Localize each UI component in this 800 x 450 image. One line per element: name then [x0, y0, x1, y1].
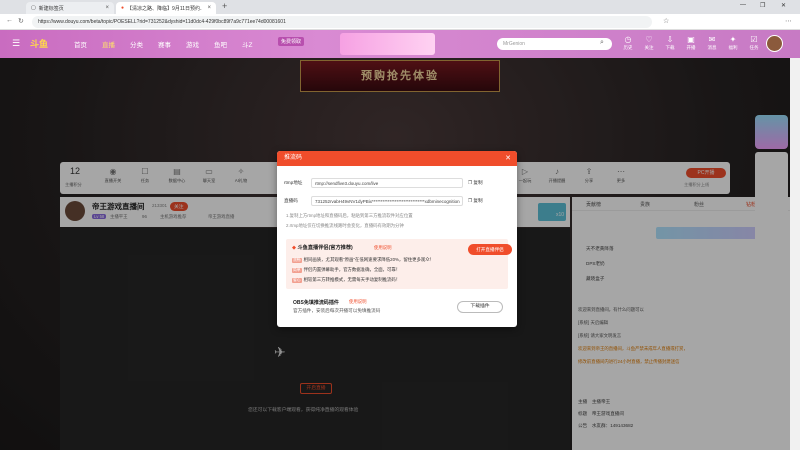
obs-desc: 官方插件，安装后每次开播可以免填推流码 [293, 308, 381, 313]
url-field[interactable]: https://www.douyu.com/beta/topic/POESELL… [32, 16, 652, 28]
history-button[interactable]: ◷ 历史 [618, 35, 638, 51]
follow-button[interactable]: ♡ 关注 [639, 35, 659, 51]
promo-line: 省心 相较第三方转推模式，无需每天手动复制推流码！ [292, 277, 400, 283]
open-companion-button[interactable]: 打开直播伴侣 [468, 244, 512, 255]
promo-line: 流畅 相同画质，尤其观看"原画"在低网速要求降低20%，留住更多观众！ [292, 257, 434, 263]
close-icon[interactable]: × [105, 5, 109, 11]
tab-label: 【清凉之路、降临】9月11日预约... [127, 5, 203, 12]
task-icon: ☑ [750, 35, 758, 44]
start-live-button[interactable]: ▣ 开播 [681, 35, 701, 51]
download-icon: ⇩ [666, 35, 674, 44]
tab-label: 新建标签页 [38, 5, 64, 12]
hamburger-icon[interactable]: ☰ [12, 38, 20, 49]
copy-icon: ❐ [468, 180, 473, 185]
copy-icon: ❐ [468, 198, 473, 203]
avatar[interactable] [766, 35, 783, 52]
tab-favicon-icon: ▢ [31, 5, 36, 11]
nav-live[interactable]: 直播 [102, 39, 115, 49]
new-tab-button[interactable]: + [222, 1, 227, 11]
note-line: 2.rtmp地址仅在切换推流线路时会变化，直播码有效期为分钟 [286, 223, 404, 228]
promo-badge[interactable]: 免费领取 [278, 37, 305, 46]
download-button[interactable]: ⇩ 下载 [660, 35, 680, 51]
message-button[interactable]: ✉ 消息 [702, 35, 722, 51]
companion-title: ◆ 斗鱼直播伴侣(官方推荐) [292, 244, 353, 251]
nav-games[interactable]: 游戏 [186, 39, 199, 49]
welfare-button[interactable]: ✦ 福利 [723, 35, 743, 51]
close-window-button[interactable]: ✕ [781, 2, 786, 9]
scrollbar[interactable] [790, 58, 800, 450]
nav-events[interactable]: 赛事 [158, 39, 171, 49]
heart-icon: ♡ [645, 35, 653, 44]
follow-label: 关注 [644, 45, 654, 50]
companion-title-text: 斗鱼直播伴侣(官方推荐) [297, 245, 353, 251]
maximize-button[interactable]: ❐ [760, 2, 765, 9]
nav-more[interactable]: 斗Z [242, 39, 252, 49]
message-label: 消息 [707, 45, 717, 50]
gift-icon: ✦ [729, 35, 737, 44]
note-line: 1.复制上方rtmp地址和直播码后，粘贴到第三方推流软件对应位置 [286, 213, 413, 218]
nav-yuba[interactable]: 鱼吧 [214, 39, 227, 49]
download-plugin-button[interactable]: 下载插件 [457, 301, 503, 313]
history-label: 历史 [623, 45, 633, 50]
obs-title: OBS免填推流码插件 [293, 300, 339, 306]
promo-tag: 省心 [292, 278, 302, 283]
back-icon[interactable]: ← [6, 17, 13, 24]
promo-text: 相较第三方转推模式，无需每天手动复制推流码！ [303, 277, 401, 282]
nav-home[interactable]: 首页 [74, 39, 87, 49]
tab-new-tab[interactable]: ▢ 新建标签页 × [26, 2, 114, 14]
header-ad-banner[interactable] [340, 33, 435, 55]
search-icon[interactable]: ⌕ [600, 39, 604, 47]
close-icon[interactable]: × [207, 5, 211, 11]
server-field[interactable]: rtmp://sendfive3.douyu.com/live [311, 178, 463, 188]
obs-help-link[interactable]: 使用说明 [349, 299, 367, 305]
stream-key-field[interactable]: 731252rvabH49vNV1dyPBix*****************… [311, 196, 463, 206]
camera-icon: ▣ [687, 35, 695, 44]
promo-text: 伴侣内置弹幕助手，官方数据准确，全面，可靠！ [303, 267, 401, 272]
companion-help-link[interactable]: 使用说明 [374, 245, 392, 251]
menu-icon[interactable]: ⋯ [785, 17, 792, 25]
start-live-label: 开播 [686, 45, 696, 50]
tab-douyu[interactable]: ● 【清凉之路、降临】9月11日预约... × [116, 2, 216, 14]
copy-key-button[interactable]: ❐ 复制 [468, 198, 483, 204]
minimize-button[interactable]: — [740, 2, 746, 8]
dialog-header: 推流码 [277, 151, 517, 166]
dialog-title: 推流码 [284, 155, 303, 161]
message-icon: ✉ [708, 35, 716, 44]
task-label: 任务 [749, 45, 759, 50]
copy-label: 复制 [473, 180, 483, 185]
promo-tag: 流畅 [292, 258, 302, 263]
address-bar-row: ← ↻ https://www.douyu.com/beta/topic/POE… [0, 14, 800, 30]
history-icon: ◷ [624, 35, 632, 44]
companion-promo: ◆ 斗鱼直播伴侣(官方推荐) 使用说明 打开直播伴侣 流畅 相同画质，尤其观看"原… [286, 239, 512, 289]
search-input[interactable]: MrGenion [497, 38, 612, 50]
douyu-favicon-icon: ● [121, 5, 125, 11]
site-header: ☰ 斗鱼 首页 直播 分类 赛事 游戏 鱼吧 斗Z 免费领取 MrGenion … [0, 30, 800, 58]
promo-tag: 简单 [292, 268, 302, 273]
stream-key-dialog: 推流码 ✕ rtmp地址 rtmp://sendfive3.douyu.com/… [277, 151, 517, 327]
promo-text: 相同画质，尤其观看"原画"在低网速要求降低20%，留住更多观众！ [303, 257, 435, 262]
welfare-label: 福利 [728, 45, 738, 50]
copy-label: 复制 [473, 198, 483, 203]
task-button[interactable]: ☑ 任务 [744, 35, 764, 51]
companion-icon: ◆ [292, 245, 296, 251]
key-label: 直播码 [284, 198, 298, 203]
nav-category[interactable]: 分类 [130, 39, 143, 49]
browser-tab-bar: ▢ 新建标签页 × ● 【清凉之路、降临】9月11日预约... × + — ❐ … [0, 0, 800, 14]
site-logo[interactable]: 斗鱼 [30, 37, 48, 50]
download-label: 下载 [665, 45, 675, 50]
server-label: rtmp地址 [284, 180, 303, 185]
refresh-icon[interactable]: ↻ [18, 17, 24, 25]
promo-line: 简单 伴侣内置弹幕助手，官方数据准确，全面，可靠！ [292, 267, 400, 273]
star-icon[interactable]: ☆ [663, 17, 669, 25]
close-icon[interactable]: ✕ [505, 154, 511, 162]
copy-server-button[interactable]: ❐ 复制 [468, 180, 483, 186]
